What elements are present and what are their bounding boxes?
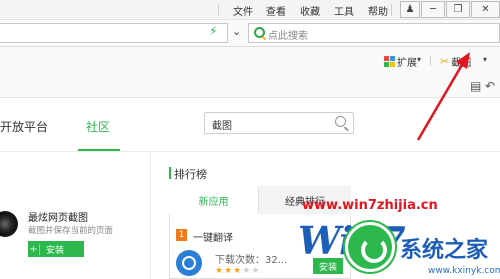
app-thumbnail[interactable] xyxy=(0,205,22,241)
watermark-brand: 系统之家 xyxy=(400,238,489,263)
star-empty-icon: ★ xyxy=(242,266,252,276)
watermark-bottom-url: www.kxinyk.com xyxy=(428,266,500,276)
ranking-title-marker xyxy=(169,167,171,179)
menu-favorites[interactable]: 收藏 xyxy=(300,3,320,18)
close-button[interactable]: ✕ xyxy=(471,1,500,18)
menu-file[interactable]: 文件 xyxy=(233,3,253,18)
close-icon: ✕ xyxy=(481,4,490,15)
rank-item-downloads: 下载次数：32... xyxy=(215,255,288,266)
rating-stars: ★★★★★ xyxy=(215,266,260,276)
undo-icon[interactable]: ↶ xyxy=(485,79,495,93)
menu-view[interactable]: 查看 xyxy=(266,3,286,18)
tab-community[interactable]: 社区 xyxy=(86,118,110,135)
menu-separator xyxy=(218,4,219,16)
toolbar-row: ▤ ↶ xyxy=(0,73,500,98)
install-label: 安装 xyxy=(46,245,65,256)
title-bar: 文件 查看 收藏 工具 帮助 ♟ ─ ❐ ✕ xyxy=(0,0,500,20)
search-icon[interactable] xyxy=(335,116,346,127)
chevron-down-icon[interactable]: ▾ xyxy=(483,55,487,64)
screenshot-label: 截图 xyxy=(451,58,472,69)
column-divider xyxy=(150,152,151,279)
maximize-button[interactable]: ❐ xyxy=(446,1,470,18)
star-filled-icon: ★ xyxy=(233,266,243,276)
app-search-value: 截图 xyxy=(212,121,232,132)
rank-number-badge: 1 xyxy=(176,229,187,241)
search-placeholder: 点此搜索 xyxy=(268,31,308,42)
maximize-icon: ❐ xyxy=(453,4,463,15)
chevron-down-icon[interactable]: ▾ xyxy=(417,55,421,64)
url-input[interactable] xyxy=(0,23,228,43)
extensions-button[interactable]: 扩展 xyxy=(384,54,417,69)
extension-bar: 扩展 ▾ ✂ 截图 ▾ xyxy=(0,47,500,73)
screenshot-button[interactable]: ✂ 截图 xyxy=(440,54,471,69)
star-filled-icon: ★ xyxy=(215,266,225,276)
lightning-icon[interactable]: ⚡ xyxy=(209,24,217,38)
plus-icon: + xyxy=(28,243,40,255)
skin-button[interactable]: ♟ xyxy=(400,1,420,18)
ext-separator xyxy=(430,56,431,66)
ranking-title: 排行榜 xyxy=(174,168,207,181)
rank-item-name[interactable]: 一键翻译 xyxy=(193,229,233,244)
tab-new-apps[interactable]: 新应用 xyxy=(169,186,259,214)
extensions-label: 扩展 xyxy=(397,58,417,69)
minimize-icon: ─ xyxy=(429,4,437,15)
watermark-url: www.win7zhijia.cn xyxy=(302,198,438,213)
chevron-down-icon[interactable]: ⌄ xyxy=(232,25,241,38)
app-description: 截图并保存当前的页面 xyxy=(28,226,114,236)
tabs-divider xyxy=(0,151,500,152)
history-icon[interactable]: ▤ xyxy=(470,79,481,93)
menu-separator xyxy=(391,4,392,16)
star-filled-icon: ★ xyxy=(224,266,234,276)
search-engine-icon[interactable] xyxy=(254,27,265,38)
app-name[interactable]: 最炫网页截图 xyxy=(28,209,88,224)
watermark-logo-icon xyxy=(345,222,395,272)
shirt-icon: ♟ xyxy=(405,4,415,15)
minimize-button[interactable]: ─ xyxy=(421,1,445,18)
extensions-icon xyxy=(384,56,395,67)
install-button[interactable]: + 安装 xyxy=(28,241,84,257)
scissors-icon: ✂ xyxy=(440,55,450,68)
menu-help[interactable]: 帮助 xyxy=(368,3,388,18)
translate-app-icon[interactable] xyxy=(176,250,202,276)
address-bar-row: ⚡ ⌄ 点此搜索 xyxy=(0,20,500,47)
menu-tools[interactable]: 工具 xyxy=(334,3,354,18)
camera-lens-icon xyxy=(0,211,18,237)
star-empty-icon: ★ xyxy=(251,266,261,276)
tab-open-platform[interactable]: 开放平台 xyxy=(0,118,48,135)
